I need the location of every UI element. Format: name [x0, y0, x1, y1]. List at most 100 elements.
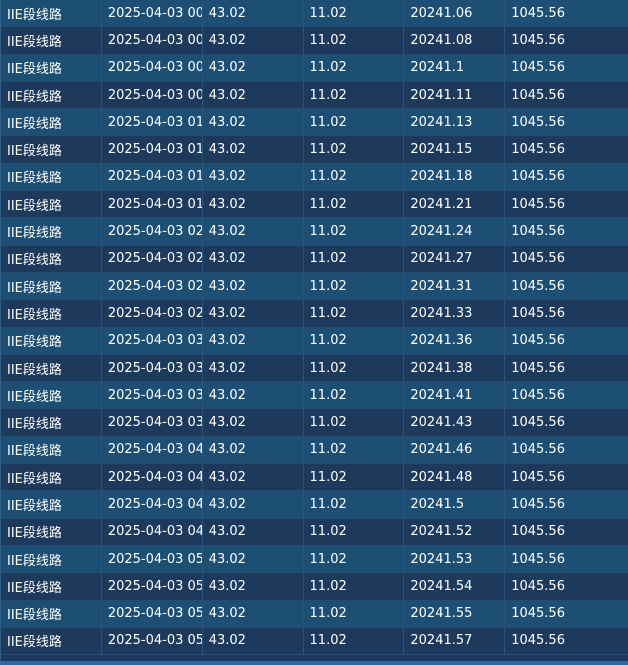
cell-value-4: 1045.56: [511, 60, 565, 76]
cell-timestamp: 2025-04-03 05:: [102, 545, 203, 573]
cell-value-2: 11.02: [304, 573, 405, 600]
cell-value-2: 11.02: [304, 464, 405, 491]
cell-value-4: 1045.56: [511, 469, 565, 485]
cell-timestamp: 2025-04-03 04:: [102, 464, 203, 491]
cell-value-3: 20241.24: [404, 218, 506, 245]
cell-timestamp: 2025-04-03 02:: [102, 272, 203, 300]
cell-value-2: 11.02: [304, 518, 405, 545]
table-row[interactable]: IIE段线路 2025-04-03 02: 43.02 11.02 20241.…: [1, 300, 628, 328]
cell-line-name: IIE段线路: [1, 27, 102, 54]
table-row[interactable]: IIE段线路 2025-04-03 02: 43.02 11.02 20241.…: [1, 245, 628, 273]
cell-value-3: 20241.38: [404, 354, 506, 382]
cell-value-1: 43.02: [203, 327, 304, 354]
cell-line-name: IIE段线路: [1, 409, 102, 436]
table-row[interactable]: IIE段线路 2025-04-03 05: 43.02 11.02 20241.…: [1, 545, 628, 574]
cell-value-4: 1045.56: [511, 606, 565, 622]
cell-timestamp: 2025-04-03 04:: [102, 518, 203, 545]
cell-line-name: IIE段线路: [1, 218, 102, 245]
cell-value-2: 11.02: [304, 272, 405, 300]
table-row[interactable]: IIE段线路 2025-04-03 05: 43.02 11.02 20241.…: [1, 627, 628, 656]
table-row[interactable]: IIE段线路 2025-04-03 01: 43.02 11.02 20241.…: [1, 136, 628, 164]
table-row[interactable]: IIE段线路 2025-04-03 02: 43.02 11.02 20241.…: [1, 218, 628, 246]
cell-timestamp: 2025-04-03 00:: [102, 81, 203, 109]
cell-value-2: 11.02: [304, 27, 405, 54]
cell-value-3: 20241.55: [404, 600, 506, 627]
cell-value-3: 20241.48: [404, 464, 506, 491]
table-row[interactable]: IIE段线路 2025-04-03 03: 43.02 11.02 20241.…: [1, 354, 628, 383]
table-row[interactable]: IIE段线路 2025-04-03 05: 43.02 11.02 20241.…: [1, 573, 628, 601]
table-row[interactable]: IIE段线路 2025-04-03 01: 43.02 11.02 20241.…: [1, 191, 628, 219]
cell-timestamp: 2025-04-03 02:: [102, 245, 203, 272]
cell-line-name: IIE段线路: [1, 109, 102, 136]
table-row[interactable]: IIE段线路 2025-04-03 01: 43.02 11.02 20241.…: [1, 163, 628, 192]
cell-value-3: 20241.33: [404, 300, 506, 327]
cell-value-4: 1045.56: [511, 387, 565, 403]
table-row[interactable]: IIE段线路 2025-04-03 00: 43.02 11.02 20241.…: [1, 54, 628, 82]
cell-timestamp: 2025-04-03 04:: [102, 436, 203, 464]
horizontal-scrollbar[interactable]: [0, 661, 628, 665]
cell-timestamp: 2025-04-03 02:: [102, 300, 203, 327]
table-row[interactable]: IIE段线路 2025-04-03 03: 43.02 11.02 20241.…: [1, 409, 628, 437]
cell-value-1: 43.02: [203, 109, 304, 136]
table-row[interactable]: IIE段线路 2025-04-03 04: 43.02 11.02 20241.…: [1, 436, 628, 465]
cell-value-2: 11.02: [304, 54, 405, 81]
table-row[interactable]: IIE段线路 2025-04-03 00: 43.02 11.02 20241.…: [1, 27, 628, 55]
table-row[interactable]: IIE段线路 2025-04-03 02: 43.02 11.02 20241.…: [1, 272, 628, 301]
cell-value-2: 11.02: [304, 136, 405, 163]
cell-line-name: IIE段线路: [1, 491, 102, 518]
cell-value-2: 11.02: [304, 327, 405, 354]
table-row[interactable]: IIE段线路 2025-04-03 03: 43.02 11.02 20241.…: [1, 327, 628, 355]
cell-line-name: IIE段线路: [1, 163, 102, 191]
cell-line-name: IIE段线路: [1, 464, 102, 491]
cell-value-2: 11.02: [304, 600, 405, 627]
cell-value-4: 1045.56: [511, 251, 565, 267]
cell-timestamp: 2025-04-03 03:: [102, 327, 203, 354]
cell-value-4: 1045.56: [511, 551, 565, 567]
cell-value-4: 1045.56: [511, 305, 565, 321]
cell-value-4: 1045.56: [511, 142, 565, 158]
cell-value-4: 1045.56: [511, 114, 565, 130]
table-row[interactable]: IIE段线路 2025-04-03 04: 43.02 11.02 20241.…: [1, 464, 628, 492]
table-row[interactable]: IIE段线路 2025-04-03 05: 43.02 11.02 20241.…: [1, 600, 628, 628]
cell-value-1: 43.02: [203, 600, 304, 627]
cell-value-4: 1045.56: [511, 442, 565, 458]
cell-value-3: 20241.52: [404, 518, 506, 545]
cell-line-name: IIE段线路: [1, 600, 102, 627]
table-row[interactable]: IIE段线路 2025-04-03 03: 43.02 11.02 20241.…: [1, 382, 628, 410]
cell-value-1: 43.02: [203, 300, 304, 327]
cell-line-name: IIE段线路: [1, 81, 102, 109]
cell-timestamp: 2025-04-03 05:: [102, 600, 203, 627]
table-row[interactable]: IIE段线路 2025-04-03 04: 43.02 11.02 20241.…: [1, 518, 628, 546]
cell-value-2: 11.02: [304, 354, 405, 382]
table-row[interactable]: IIE段线路 2025-04-03 01: 43.02 11.02 20241.…: [1, 109, 628, 137]
cell-line-name: IIE段线路: [1, 545, 102, 573]
cell-line-name: IIE段线路: [1, 573, 102, 600]
cell-value-2: 11.02: [304, 191, 405, 218]
cell-value-1: 43.02: [203, 545, 304, 573]
cell-value-1: 43.02: [203, 191, 304, 218]
cell-line-name: IIE段线路: [1, 0, 102, 27]
cell-timestamp: 2025-04-03 02:: [102, 218, 203, 245]
cell-value-1: 43.02: [203, 272, 304, 300]
cell-line-name: IIE段线路: [1, 518, 102, 545]
cell-value-3: 20241.5: [404, 491, 506, 518]
cell-value-3: 20241.1: [404, 54, 506, 81]
cell-line-name: IIE段线路: [1, 627, 102, 655]
cell-value-3: 20241.06: [404, 0, 506, 27]
cell-timestamp: 2025-04-03 03:: [102, 382, 203, 409]
cell-timestamp: 2025-04-03 00:0: [102, 0, 203, 27]
cell-value-2: 11.02: [304, 245, 405, 272]
cell-value-1: 43.02: [203, 27, 304, 54]
cell-value-4: 1045.56: [511, 496, 565, 512]
table-row[interactable]: IIE段线路 2025-04-03 00: 43.02 11.02 20241.…: [1, 81, 628, 110]
table-row[interactable]: IIE段线路 2025-04-03 00:0 43.02 11.02 20241…: [1, 0, 628, 28]
cell-timestamp: 2025-04-03 00:: [102, 27, 203, 54]
table-row[interactable]: IIE段线路 2025-04-03 04: 43.02 11.02 20241.…: [1, 491, 628, 519]
cell-line-name: IIE段线路: [1, 191, 102, 218]
cell-value-2: 11.02: [304, 0, 405, 27]
cell-value-1: 43.02: [203, 81, 304, 109]
cell-timestamp: 2025-04-03 01:: [102, 163, 203, 191]
cell-value-1: 43.02: [203, 573, 304, 600]
cell-line-name: IIE段线路: [1, 300, 102, 327]
cell-value-4: 1045.56: [511, 333, 565, 349]
